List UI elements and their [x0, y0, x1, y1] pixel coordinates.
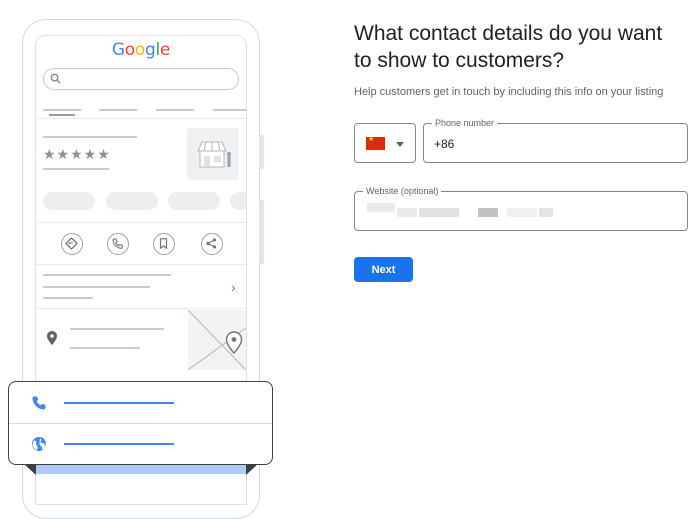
map-thumbnail: [187, 309, 246, 371]
google-logo: Google: [111, 40, 171, 60]
illustration-tabs: [43, 106, 246, 116]
illustration-chip: [230, 192, 246, 210]
redacted-text: [539, 208, 553, 217]
share-icon: [201, 233, 223, 255]
bookmark-icon: [153, 233, 175, 255]
website-label: Website (optional): [363, 185, 442, 197]
contact-preview-card: [8, 381, 273, 465]
website-field[interactable]: Website (optional): [354, 185, 688, 231]
chevron-right-icon: ›: [231, 279, 236, 295]
china-flag-icon: ★: [366, 136, 385, 150]
redacted-text: [478, 208, 498, 217]
illustration-chip: [168, 192, 220, 210]
directions-icon: [61, 233, 83, 255]
illustration-chip: [106, 192, 158, 210]
redacted-text: [397, 208, 417, 217]
store-thumbnail: [187, 128, 239, 180]
illustration-search-bar: [43, 68, 239, 90]
website-placeholder-line: [64, 443, 174, 445]
phone-side-button: [259, 200, 264, 264]
page-subtitle: Help customers get in touch by including…: [354, 86, 664, 98]
location-pin-icon: [47, 331, 57, 345]
page-title: What contact details do you want to show…: [354, 22, 663, 72]
redacted-text: [419, 208, 459, 217]
redacted-text: [507, 208, 537, 217]
store-icon: [197, 141, 231, 168]
rating-stars: ★★★★★: [43, 146, 111, 162]
next-button[interactable]: Next: [354, 257, 413, 282]
illustration-chip: [43, 192, 95, 210]
phone-number-value[interactable]: +86: [434, 137, 454, 151]
redacted-text: [367, 203, 395, 212]
globe-icon: [32, 437, 46, 451]
dropdown-arrow-icon: [396, 142, 404, 147]
map-pin-icon: [225, 331, 243, 355]
phone-placeholder-line: [64, 402, 174, 404]
phone-icon: [107, 233, 129, 255]
phone-icon: [32, 396, 46, 410]
phone-number-field[interactable]: Phone number +86: [423, 117, 688, 163]
phone-side-button: [259, 135, 264, 169]
phone-number-label: Phone number: [432, 117, 498, 129]
country-code-select[interactable]: ★: [354, 123, 416, 163]
search-icon: [50, 73, 61, 84]
card-shadow-tab: [36, 464, 246, 474]
